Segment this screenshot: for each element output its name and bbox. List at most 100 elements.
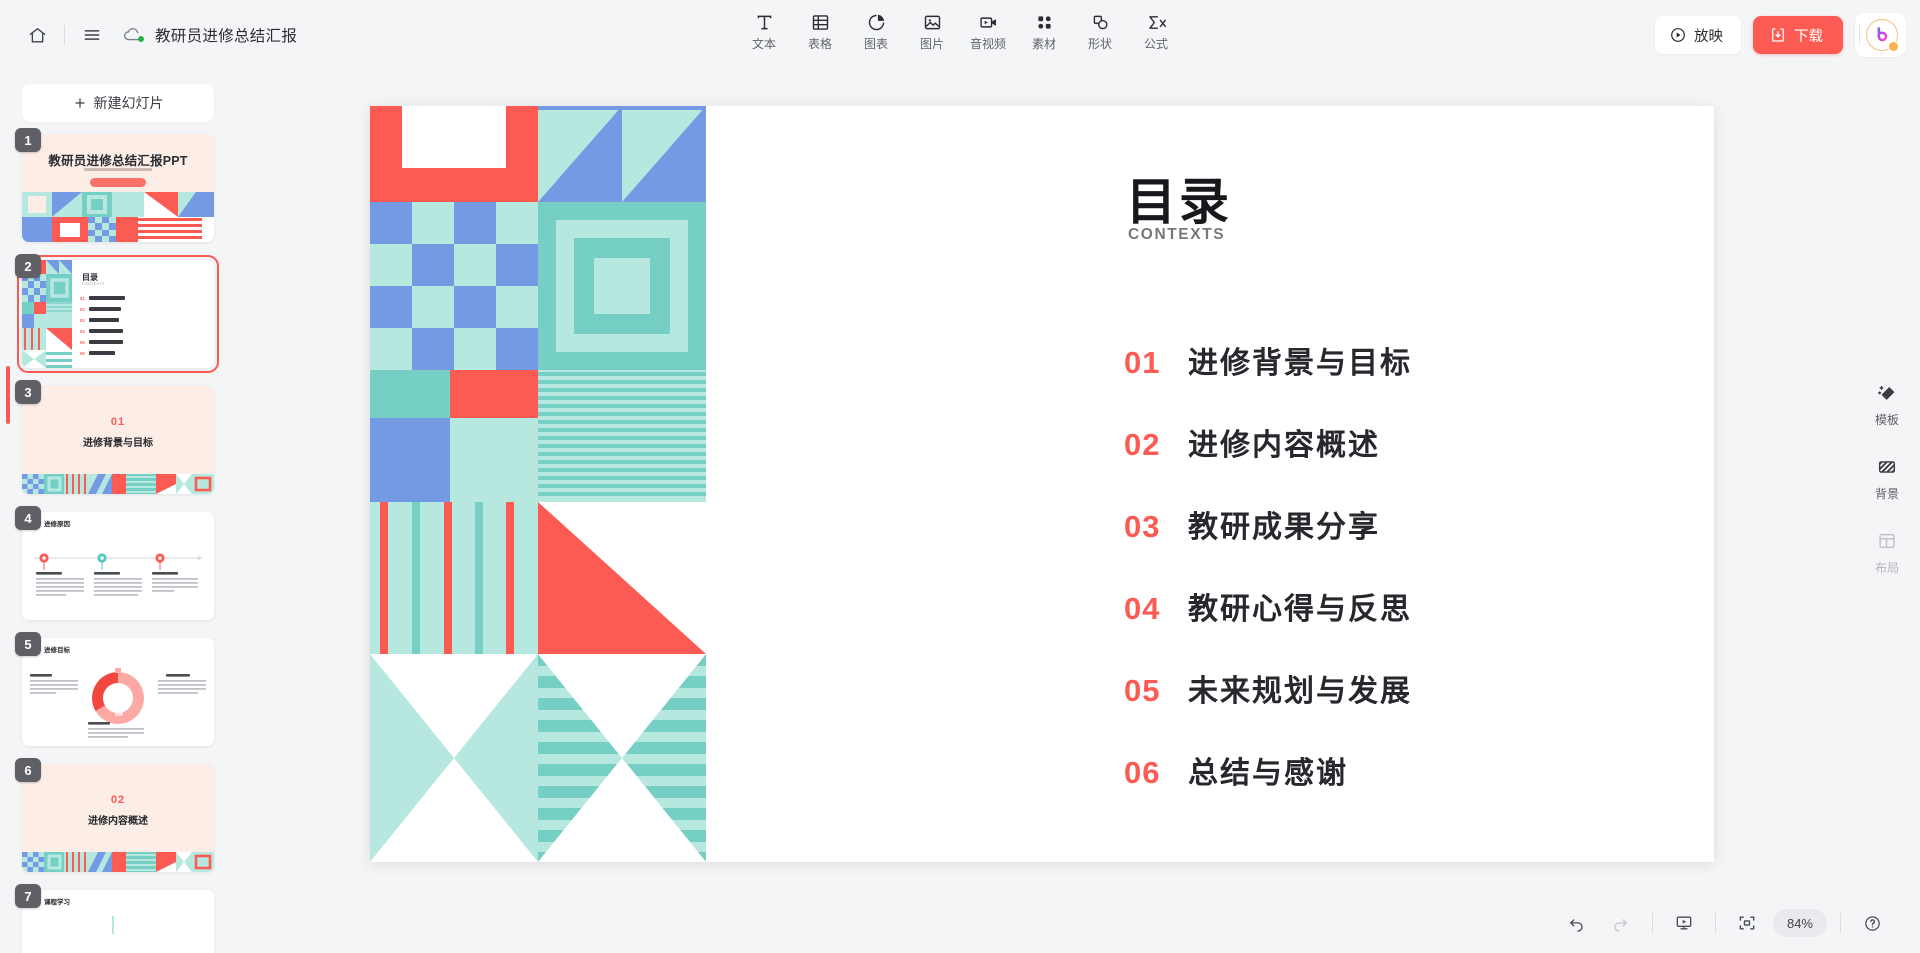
slide-thumbnail-6[interactable]: 6 02 进修内容概述 xyxy=(15,758,214,872)
undo-button[interactable] xyxy=(1560,906,1594,940)
download-button[interactable]: 下载 xyxy=(1753,16,1843,54)
redo-button[interactable] xyxy=(1604,906,1638,940)
toc-item-text: 进修内容概述 xyxy=(1188,429,1380,462)
status-divider xyxy=(1651,913,1653,933)
background-hatch-icon xyxy=(1876,454,1898,480)
toc-item-number: 05 xyxy=(1124,673,1161,708)
slide-thumbnail-7[interactable]: 7 课程学习 xyxy=(15,884,214,953)
header-left-group: 教研员进修总结汇报 xyxy=(0,18,297,52)
thumbnail-canvas: 进修原因 xyxy=(22,512,214,620)
cloud-sync-icon xyxy=(121,23,145,47)
text-icon xyxy=(754,10,775,34)
thumb-subtitle: CONTEXTS xyxy=(82,282,105,286)
toc-list: 01 进修背景与目标 02 进修内容概述 03 教研成果分享 04 教研心得与反… xyxy=(1124,338,1714,830)
slide-number: 5 xyxy=(15,632,41,656)
slide-thumbnail-5[interactable]: 5 进修目标 xyxy=(15,632,214,746)
toc-item[interactable]: 05 未来规划与发展 xyxy=(1124,666,1714,748)
svg-text:03: 03 xyxy=(80,318,85,323)
toolbar-label-material: 素材 xyxy=(1031,37,1056,51)
app-header: 教研员进修总结汇报 文本 表格 图表 图片 音视频 素材 形状 公式 放映 下载 xyxy=(0,0,1920,70)
toolbar-item-text[interactable]: 文本 xyxy=(736,4,792,55)
thumbnail-canvas: 01 进修背景与目标 xyxy=(22,386,214,494)
rail-label-layout: 布局 xyxy=(1874,561,1899,575)
decorative-pattern xyxy=(370,106,706,862)
toc-item-text: 未来规划与发展 xyxy=(1188,675,1412,708)
toolbar-item-image[interactable]: 图片 xyxy=(904,4,960,55)
toolbar-label-image: 图片 xyxy=(919,37,944,51)
zoom-level[interactable]: 84% xyxy=(1772,909,1827,937)
slides-editor-app: 教研员进修总结汇报 文本 表格 图表 图片 音视频 素材 形状 公式 放映 下载… xyxy=(0,0,1920,953)
toolbar-item-shape[interactable]: 形状 xyxy=(1072,4,1128,55)
chart-pie-icon xyxy=(866,10,887,34)
toc-item[interactable]: 03 教研成果分享 xyxy=(1124,502,1714,584)
thumb-title: 进修内容概述 xyxy=(88,816,148,827)
toc-item[interactable]: 02 进修内容概述 xyxy=(1124,420,1714,502)
toc-item-number: 02 xyxy=(1124,427,1161,462)
toc-item-text: 总结与感谢 xyxy=(1188,757,1348,790)
slide-heading[interactable]: 目录 xyxy=(1126,162,1232,234)
thumb-section-number: 01 xyxy=(110,416,126,428)
slide-number: 4 xyxy=(15,506,41,530)
present-screen-button[interactable] xyxy=(1667,906,1701,940)
toc-item[interactable]: 04 教研心得与反思 xyxy=(1124,584,1714,666)
avatar[interactable] xyxy=(1866,19,1899,52)
present-button-label: 放映 xyxy=(1694,28,1723,45)
right-tool-rail: 模板 背景 布局 xyxy=(1854,70,1920,953)
slide-subheading[interactable]: CONTEXTS xyxy=(1128,226,1225,244)
slide-thumbnail-1[interactable]: 1 教研员进修总结汇报PPT xyxy=(15,128,214,242)
canvas-area[interactable]: 目录 CONTEXTS 01 进修背景与目标 02 进修内容概述 03 教研成果… xyxy=(236,70,1854,893)
rail-item-layout[interactable]: 布局 xyxy=(1861,528,1913,576)
toc-item-number: 01 xyxy=(1124,345,1161,380)
slide-number: 6 xyxy=(15,758,41,782)
slide-content-region: 目录 CONTEXTS 01 进修背景与目标 02 进修内容概述 03 教研成果… xyxy=(706,106,1714,862)
slide-sidebar[interactable]: 新建幻灯片 1 教研员进修总结汇报PPT 2 目录 CONTEXTS 01 02… xyxy=(0,70,236,953)
toc-item[interactable]: 01 进修背景与目标 xyxy=(1124,338,1714,420)
toolbar-item-chart[interactable]: 图表 xyxy=(848,4,904,55)
toolbar-item-table[interactable]: 表格 xyxy=(792,4,848,55)
video-icon xyxy=(978,10,999,34)
slide-thumbnail-4[interactable]: 4 进修原因 xyxy=(15,506,214,620)
toolbar-label-shape: 形状 xyxy=(1087,37,1112,51)
account-button[interactable] xyxy=(1855,13,1906,57)
status-bar: 84% xyxy=(236,893,1920,953)
image-icon xyxy=(922,10,943,34)
slide-thumbnail-3[interactable]: 3 01 进修背景与目标 xyxy=(15,380,214,494)
toolbar-label-media: 音视频 xyxy=(969,37,1006,51)
shapes-icon xyxy=(1090,10,1111,34)
rail-item-background[interactable]: 背景 xyxy=(1861,454,1913,502)
toc-item-text: 教研成果分享 xyxy=(1188,511,1380,544)
toc-item-number: 04 xyxy=(1124,591,1161,626)
plus-icon xyxy=(73,96,87,110)
new-slide-button[interactable]: 新建幻灯片 xyxy=(22,84,214,122)
toolbar-item-formula[interactable]: 公式 xyxy=(1128,4,1184,55)
help-circle-icon[interactable] xyxy=(1855,906,1889,940)
toc-item[interactable]: 06 总结与感谢 xyxy=(1124,748,1714,830)
thumb-title: 进修目标 xyxy=(44,647,70,654)
fit-to-screen-button[interactable] xyxy=(1730,906,1764,940)
svg-text:05: 05 xyxy=(80,340,85,345)
present-button[interactable]: 放映 xyxy=(1655,16,1741,54)
hamburger-menu-icon[interactable] xyxy=(75,18,109,52)
thumb-title: 课程学习 xyxy=(44,899,70,906)
svg-text:02: 02 xyxy=(80,307,85,312)
svg-text:06: 06 xyxy=(80,351,85,356)
toc-item-text: 教研心得与反思 xyxy=(1188,593,1412,626)
rail-label-template: 模板 xyxy=(1874,413,1899,427)
toc-item-number: 03 xyxy=(1124,509,1161,544)
status-divider xyxy=(1714,913,1716,933)
download-icon xyxy=(1769,26,1787,44)
header-right-group: 放映 下载 xyxy=(1655,0,1906,70)
rail-item-template[interactable]: 模板 xyxy=(1861,380,1913,428)
slide-thumbnail-2[interactable]: 2 目录 CONTEXTS 01 02 03 04 05 06 xyxy=(15,254,219,373)
slide-number: 2 xyxy=(15,254,41,278)
new-slide-label: 新建幻灯片 xyxy=(93,95,164,111)
formula-icon xyxy=(1145,10,1168,34)
toolbar-item-media[interactable]: 音视频 xyxy=(960,4,1016,55)
slide-canvas[interactable]: 目录 CONTEXTS 01 进修背景与目标 02 进修内容概述 03 教研成果… xyxy=(370,106,1714,862)
toolbar-item-material[interactable]: 素材 xyxy=(1016,4,1072,55)
toolbar-label-chart: 图表 xyxy=(863,37,888,51)
home-icon[interactable] xyxy=(20,18,54,52)
rail-label-background: 背景 xyxy=(1874,487,1899,501)
document-title[interactable]: 教研员进修总结汇报 xyxy=(155,24,297,46)
avatar-divider xyxy=(1859,25,1860,45)
